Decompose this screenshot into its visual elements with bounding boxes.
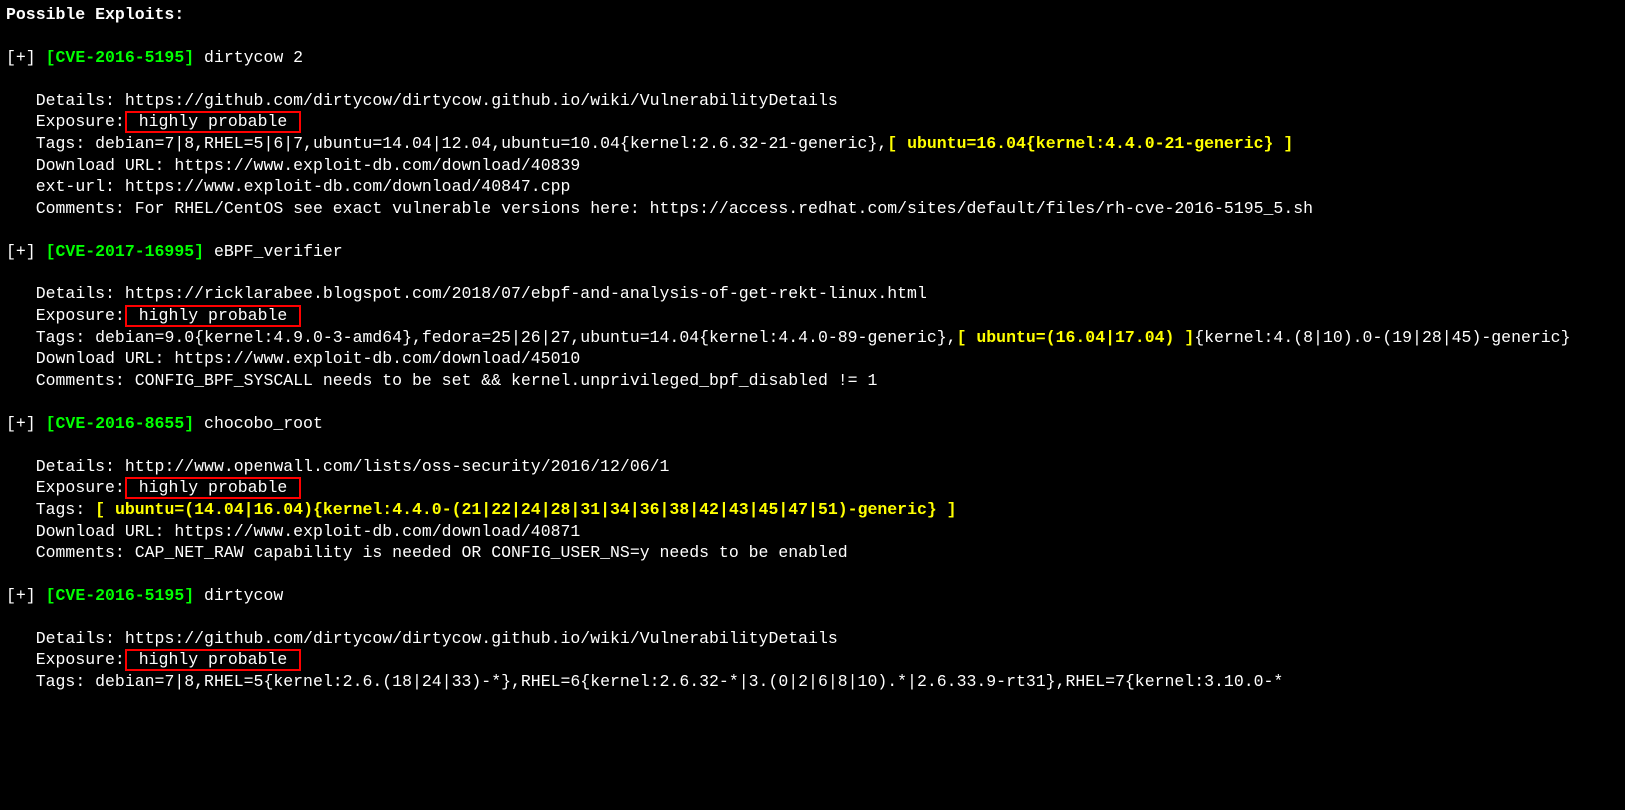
cve-id: [CVE-2016-5195] bbox=[46, 48, 195, 67]
tags-highlight: [ ubuntu=(14.04|16.04){kernel:4.4.0-(21|… bbox=[95, 500, 956, 519]
extra-line: Comments: CAP_NET_RAW capability is need… bbox=[6, 543, 848, 562]
tags-highlight: [ ubuntu=(16.04|17.04) ] bbox=[957, 328, 1195, 347]
extra-line: Comments: For RHEL/CentOS see exact vuln… bbox=[6, 199, 1313, 218]
tags-post: {kernel:4.(8|10).0-(19|28|45)-generic} bbox=[1194, 328, 1570, 347]
extra-line: Comments: CONFIG_BPF_SYSCALL needs to be… bbox=[6, 371, 877, 390]
tags-pre: Tags: debian=9.0{kernel:4.9.0-3-amd64},f… bbox=[6, 328, 957, 347]
details-line: Details: https://github.com/dirtycow/dir… bbox=[6, 91, 838, 110]
exposure-label: Exposure: bbox=[6, 306, 125, 325]
tags-pre: Tags: debian=7|8,RHEL=5{kernel:2.6.(18|2… bbox=[6, 672, 1283, 691]
cve-id: [CVE-2016-5195] bbox=[46, 586, 195, 605]
tags-pre: Tags: bbox=[6, 500, 95, 519]
extra-line: ext-url: https://www.exploit-db.com/down… bbox=[6, 177, 570, 196]
extra-line: Download URL: https://www.exploit-db.com… bbox=[6, 156, 580, 175]
exploit-prefix: [+] bbox=[6, 242, 46, 261]
exploit-prefix: [+] bbox=[6, 48, 46, 67]
exploit-name: eBPF_verifier bbox=[204, 242, 343, 261]
tags-highlight: [ ubuntu=16.04{kernel:4.4.0-21-generic} … bbox=[887, 134, 1293, 153]
terminal-output: Possible Exploits: [+] [CVE-2016-5195] d… bbox=[0, 0, 1625, 718]
heading-possible-exploits: Possible Exploits: bbox=[6, 5, 184, 24]
exploit-name: dirtycow bbox=[194, 586, 283, 605]
extra-line: Download URL: https://www.exploit-db.com… bbox=[6, 522, 580, 541]
exposure-label: Exposure: bbox=[6, 650, 125, 669]
exploit-name: dirtycow 2 bbox=[194, 48, 303, 67]
tags-pre: Tags: debian=7|8,RHEL=5|6|7,ubuntu=14.04… bbox=[6, 134, 887, 153]
details-line: Details: https://github.com/dirtycow/dir… bbox=[6, 629, 838, 648]
details-line: Details: http://www.openwall.com/lists/o… bbox=[6, 457, 669, 476]
cve-id: [CVE-2017-16995] bbox=[46, 242, 204, 261]
exposure-highlight: highly probable bbox=[125, 305, 301, 327]
details-line: Details: https://ricklarabee.blogspot.co… bbox=[6, 284, 927, 303]
extra-line: Download URL: https://www.exploit-db.com… bbox=[6, 349, 580, 368]
exposure-highlight: highly probable bbox=[125, 649, 301, 671]
exposure-highlight: highly probable bbox=[125, 477, 301, 499]
exposure-label: Exposure: bbox=[6, 112, 125, 131]
cve-id: [CVE-2016-8655] bbox=[46, 414, 195, 433]
exploit-prefix: [+] bbox=[6, 414, 46, 433]
exposure-highlight: highly probable bbox=[125, 111, 301, 133]
exploit-name: chocobo_root bbox=[194, 414, 323, 433]
exposure-label: Exposure: bbox=[6, 478, 125, 497]
exploit-prefix: [+] bbox=[6, 586, 46, 605]
